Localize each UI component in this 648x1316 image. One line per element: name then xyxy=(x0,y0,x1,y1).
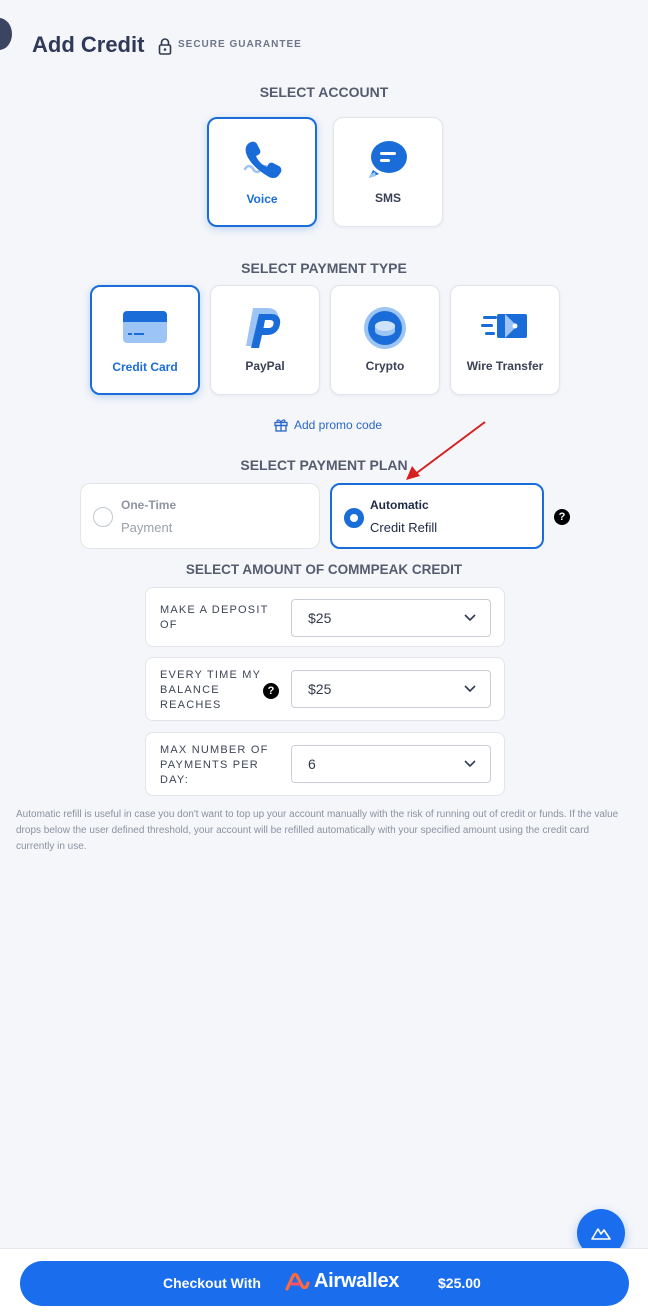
airwallex-logo-icon xyxy=(285,1272,310,1291)
deposit-amount-select[interactable]: $25 xyxy=(291,599,491,637)
select-account-heading: SELECT ACCOUNT xyxy=(259,84,389,100)
payment-crypto-label: Crypto xyxy=(365,359,405,373)
phone-icon xyxy=(243,141,282,179)
balance-threshold-label: EVERY TIME MY BALANCE REACHES xyxy=(160,669,262,711)
max-payments-value: 6 xyxy=(308,756,316,772)
paypal-icon xyxy=(246,308,281,348)
payment-wire-transfer-tile[interactable]: Wire Transfer xyxy=(450,285,560,395)
chevron-down-icon xyxy=(464,760,476,768)
balance-threshold-value: $25 xyxy=(308,681,332,697)
chevron-down-icon xyxy=(464,685,476,693)
max-payments-row: MAX NUMBER OF PAYMENTS PER DAY: 6 xyxy=(145,732,505,796)
select-payment-type-heading: SELECT PAYMENT TYPE xyxy=(241,260,407,276)
account-voice-tile[interactable]: Voice xyxy=(207,117,317,227)
deposit-amount-row: MAKE A DEPOSIT OF $25 xyxy=(145,587,505,647)
checkout-amount: $25.00 xyxy=(438,1275,481,1291)
payment-paypal-label: PayPal xyxy=(245,359,285,373)
select-payment-plan-heading: SELECT PAYMENT PLAN xyxy=(240,457,408,473)
account-voice-label: Voice xyxy=(246,192,278,206)
plan-one-time-radio[interactable] xyxy=(93,507,113,527)
add-promo-code-label: Add promo code xyxy=(294,418,383,432)
payment-paypal-tile[interactable]: PayPal xyxy=(210,285,320,395)
auto-refill-note: Automatic refill is useful in case you d… xyxy=(16,809,619,852)
select-amount-heading: SELECT AMOUNT OF COMMPEAK CREDIT xyxy=(185,562,463,577)
balance-threshold-row: EVERY TIME MY BALANCE REACHES ? $25 xyxy=(145,657,505,721)
annotation-arrow-icon xyxy=(406,421,486,480)
plan-automatic-title: Automatic xyxy=(370,498,429,512)
chevron-down-icon xyxy=(464,614,476,622)
payment-credit-card-tile[interactable]: Credit Card xyxy=(90,285,200,395)
airwallex-brand-name: Airwallex xyxy=(314,1270,400,1292)
plan-one-time-subtitle: Payment xyxy=(121,520,173,535)
credit-card-icon xyxy=(123,311,167,343)
account-sms-tile[interactable]: SMS xyxy=(333,117,443,227)
payment-crypto-tile[interactable]: Crypto xyxy=(330,285,440,395)
plan-automatic-subtitle: Credit Refill xyxy=(370,520,438,535)
max-payments-select[interactable]: 6 xyxy=(291,745,491,783)
balance-threshold-help-icon[interactable]: ? xyxy=(263,683,279,699)
coin-icon xyxy=(364,307,406,349)
payment-wire-transfer-label: Wire Transfer xyxy=(466,359,544,373)
checkout-button[interactable]: Checkout With Airwallex $25.00 xyxy=(20,1261,629,1306)
gift-icon xyxy=(274,419,288,432)
plan-automatic-radio[interactable] xyxy=(344,508,364,528)
mountain-icon xyxy=(591,1228,611,1240)
plan-one-time-option[interactable]: One-Time Payment xyxy=(80,483,320,549)
deposit-amount-value: $25 xyxy=(308,610,332,626)
payment-credit-card-label: Credit Card xyxy=(112,360,178,374)
chat-bubble-icon xyxy=(369,141,407,178)
add-promo-code-link[interactable]: Add promo code xyxy=(274,418,382,432)
balance-threshold-select[interactable]: $25 xyxy=(291,670,491,708)
plan-automatic-option[interactable]: Automatic Credit Refill xyxy=(330,483,544,549)
plan-one-time-title: One-Time xyxy=(121,498,177,512)
airwallex-brand: Airwallex xyxy=(284,1270,399,1293)
page-title: Add Credit xyxy=(32,32,145,57)
wire-transfer-icon xyxy=(481,314,527,338)
lock-icon xyxy=(158,38,172,55)
max-payments-label: MAX NUMBER OF PAYMENTS PER DAY: xyxy=(160,744,269,786)
deposit-amount-label: MAKE A DEPOSIT OF xyxy=(160,604,269,631)
checkout-prefix: Checkout With xyxy=(163,1275,261,1291)
payment-plan-help-icon[interactable]: ? xyxy=(554,509,570,525)
account-sms-label: SMS xyxy=(374,191,401,205)
back-button[interactable] xyxy=(0,18,12,50)
secure-guarantee-label: SECURE GUARANTEE xyxy=(178,39,302,50)
